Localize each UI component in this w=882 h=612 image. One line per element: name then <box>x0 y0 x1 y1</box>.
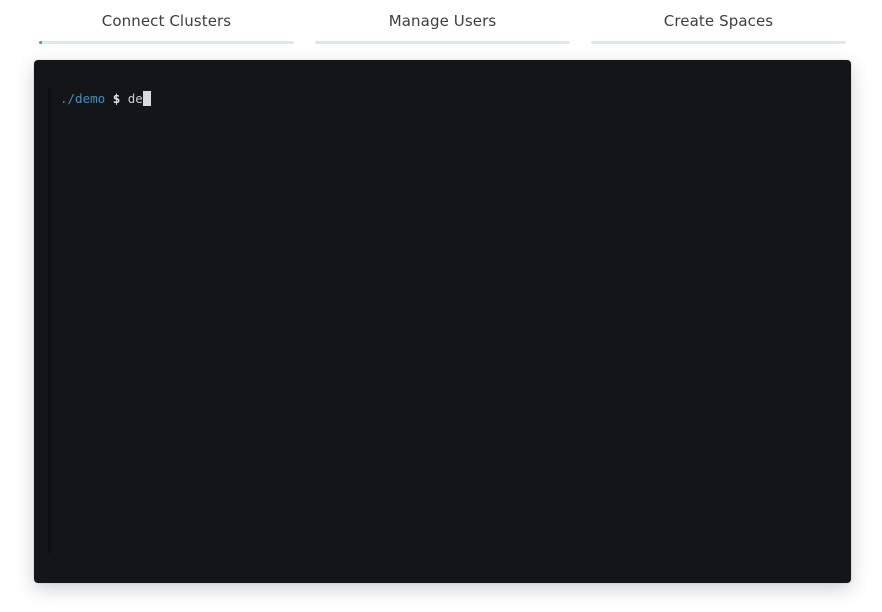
tab-manage-users[interactable]: Manage Users <box>315 0 570 46</box>
tab-connect-clusters[interactable]: Connect Clusters <box>39 0 294 46</box>
tab-label: Create Spaces <box>663 12 774 30</box>
terminal-window[interactable]: ./demo $ de <box>34 60 851 583</box>
tab-create-spaces[interactable]: Create Spaces <box>591 0 846 46</box>
tab-progress-track <box>591 41 846 44</box>
tab-progress-track <box>315 41 570 44</box>
step-tabs: Connect Clusters Manage Users Create Spa… <box>39 0 847 50</box>
tab-progress-marker <box>39 41 42 44</box>
tab-label: Connect Clusters <box>101 12 232 30</box>
typed-command: de <box>127 91 143 106</box>
demo-stage: Connect Clusters Manage Users Create Spa… <box>0 0 882 612</box>
tab-progress-track <box>39 41 294 44</box>
text-cursor <box>142 91 151 106</box>
tab-label: Manage Users <box>388 12 497 30</box>
prompt-symbol: $ <box>112 91 121 106</box>
terminal-gutter <box>48 88 51 553</box>
terminal-command-line: ./demo $ de <box>60 91 151 107</box>
prompt-path: ./demo <box>60 91 106 106</box>
